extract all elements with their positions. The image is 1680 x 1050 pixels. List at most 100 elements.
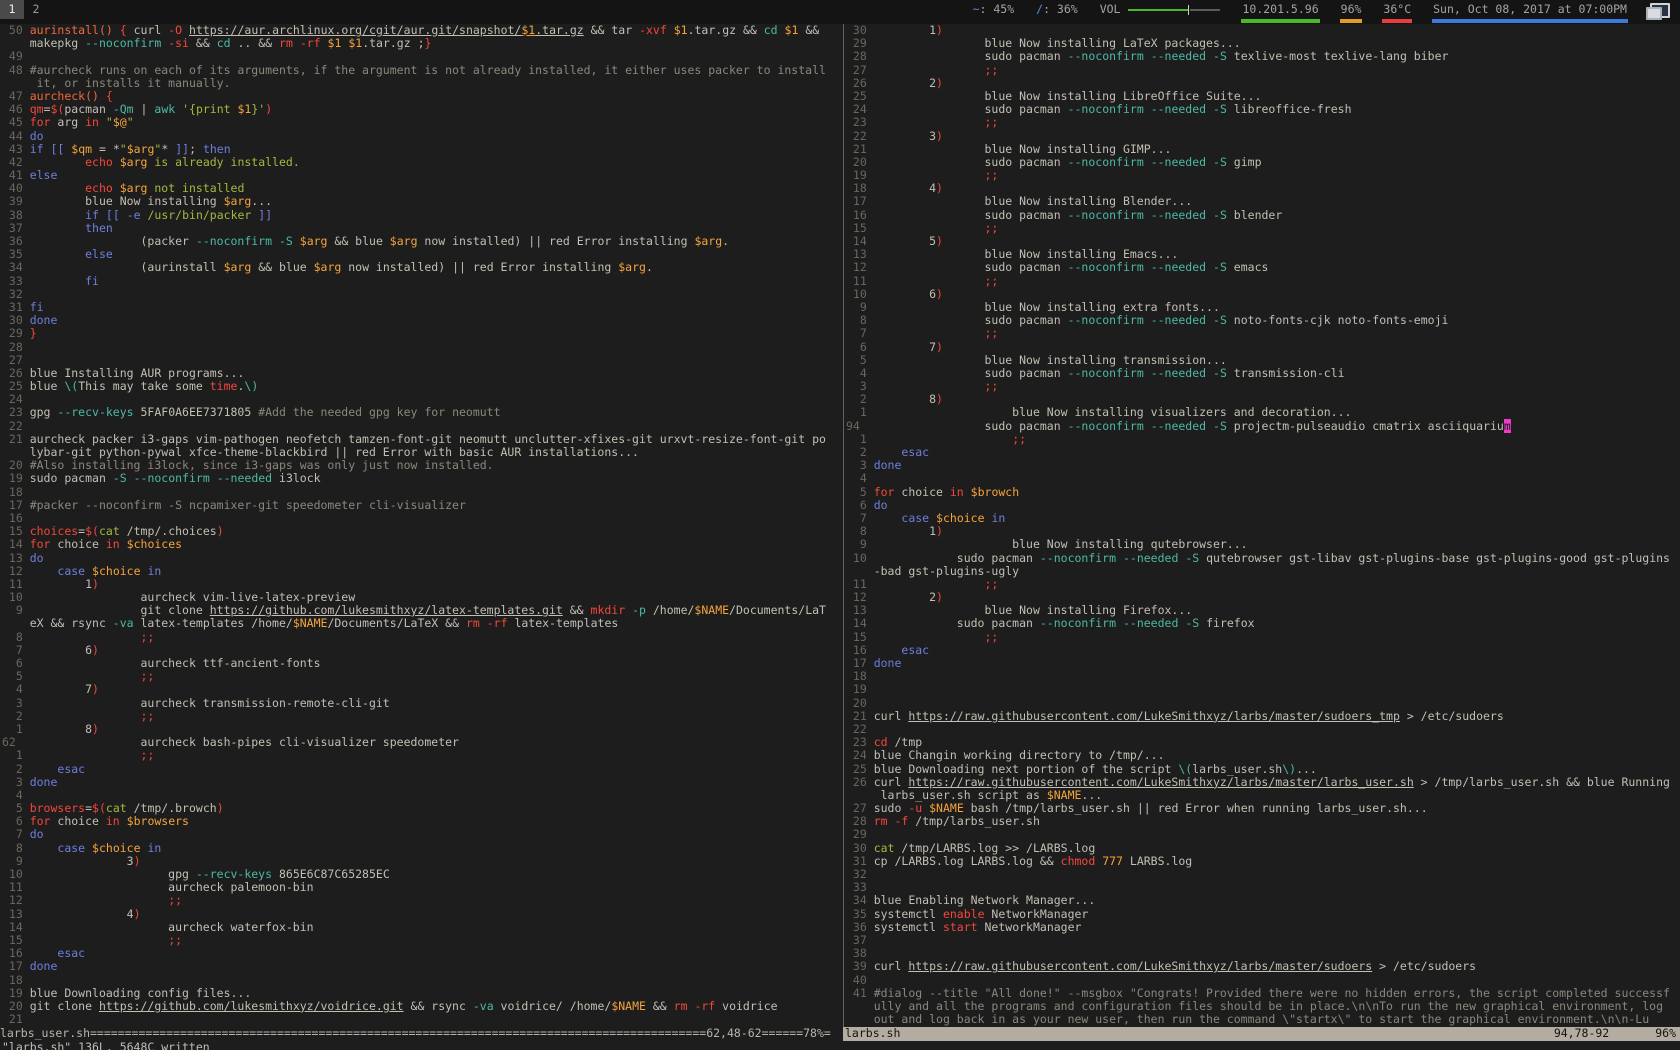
line-number: 6	[846, 340, 874, 354]
code-line-left[interactable]: 6 for choice in $browsers	[2, 815, 843, 828]
code-line-right[interactable]: 19	[846, 683, 1680, 696]
line-number: 23	[846, 735, 874, 749]
line-number: 3	[846, 458, 874, 472]
code-line-left[interactable]: 21	[2, 1013, 843, 1026]
code-line-right[interactable]: out and log back in as your new user, th…	[846, 1013, 1680, 1026]
code-line-left[interactable]: 42 echo $arg is already installed.	[2, 156, 843, 169]
line-number: 26	[846, 775, 874, 789]
vertical-split-divider[interactable]	[843, 24, 844, 1027]
code-line-left[interactable]: 36 (packer --noconfirm -S $arg && blue $…	[2, 235, 843, 248]
line-number: 7	[2, 827, 30, 841]
home-icon: ~	[973, 2, 980, 16]
line-number: 34	[2, 260, 30, 274]
code-line-left[interactable]: 17 done	[2, 960, 843, 973]
code-line-left[interactable]: 3 done	[2, 776, 843, 789]
code-line-right[interactable]: 7 ;;	[846, 327, 1680, 340]
line-number: 20	[846, 696, 874, 710]
line-number: 33	[846, 880, 874, 894]
code-line-left[interactable]: 16 esac	[2, 947, 843, 960]
code-line-right[interactable]: 19 ;;	[846, 169, 1680, 182]
code-line-right[interactable]: 18	[846, 670, 1680, 683]
line-number: 18	[2, 973, 30, 987]
line-number: 8	[2, 630, 30, 644]
line-number: 3	[2, 696, 30, 710]
code-line-right[interactable]: 15 ;;	[846, 631, 1680, 644]
code-line-left[interactable]: 2 ;;	[2, 710, 843, 723]
code-line-right[interactable]: 21 curl https://raw.githubusercontent.co…	[846, 710, 1680, 723]
code-line-left[interactable]: 30 done	[2, 314, 843, 327]
line-number: 19	[2, 986, 30, 1000]
code-line-right[interactable]: 37	[846, 934, 1680, 947]
code-line-right[interactable]: 15 ;;	[846, 222, 1680, 235]
code-line-left[interactable]: it, or installs it manually.	[2, 77, 843, 90]
code-line-right[interactable]: 11 ;;	[846, 578, 1680, 591]
code-line-right[interactable]: 5 for choice in $browch	[846, 486, 1680, 499]
code-line-right[interactable]: 28 rm -f /tmp/larbs_user.sh	[846, 815, 1680, 828]
code-line-right[interactable]: 36 systemctl start NetworkManager	[846, 921, 1680, 934]
code-line-left[interactable]: 32	[2, 288, 843, 301]
code-line-right[interactable]: 39 curl https://raw.githubusercontent.co…	[846, 960, 1680, 973]
code-line-right[interactable]: 1 ;;	[846, 433, 1680, 446]
code-line-left[interactable]: 17 #packer --noconfirm -S ncpamixer-git …	[2, 499, 843, 512]
line-number	[2, 36, 30, 50]
vim-right-pane[interactable]: 30 1) 29 blue Now installing LaTeX packa…	[846, 24, 1680, 1026]
display-icon[interactable]	[1646, 3, 1668, 19]
code-line-left[interactable]: 38 if [[ -e /usr/bin/packer ]]	[2, 209, 843, 222]
code-line-right[interactable]: 2 esac	[846, 446, 1680, 459]
line-number: 36	[2, 234, 30, 248]
code-line-left[interactable]: 31 fi	[2, 301, 843, 314]
line-number: 27	[846, 63, 874, 77]
code-line-right[interactable]: 31 cp /LARBS.log LARBS.log && chmod 777 …	[846, 855, 1680, 868]
line-number: 1	[2, 722, 30, 736]
vim-cursor: m	[1504, 419, 1511, 433]
line-number: 14	[2, 920, 30, 934]
code-line-left[interactable]: 8 ;;	[2, 631, 843, 644]
code-line-right[interactable]: 7 case $choice in	[846, 512, 1680, 525]
code-line-right[interactable]: 23 ;;	[846, 116, 1680, 129]
workspace-tab-2[interactable]: 2	[24, 0, 48, 19]
line-number: 41	[2, 168, 30, 182]
code-line-right[interactable]: 32	[846, 868, 1680, 881]
code-line-left[interactable]: 12 case $choice in	[2, 565, 843, 578]
code-line-left[interactable]: 28	[2, 341, 843, 354]
code-line-left[interactable]: 20 git clone https://github.com/lukesmit…	[2, 1000, 843, 1013]
statusbar-modules: ~: 45% /: 36% VOL 10.201.5.96 96% 36°C S…	[952, 0, 1674, 23]
line-number: 18	[846, 181, 874, 195]
line-number: 23	[846, 115, 874, 129]
line-number: 19	[2, 471, 30, 485]
workspace-tab-1[interactable]: 1	[0, 0, 24, 19]
code-line-left[interactable]: 45 for arg in "$@"	[2, 116, 843, 129]
desktop-screen: 1 2 ~: 45% /: 36% VOL 10.201.5.96 96% 36…	[0, 0, 1680, 1050]
line-number: 14	[2, 537, 30, 551]
line-number: 15	[846, 221, 874, 235]
code-line-left[interactable]: 23 gpg --recv-keys 5FAF0A6EE7371805 #Add…	[2, 406, 843, 419]
code-line-right[interactable]: 22	[846, 723, 1680, 736]
code-line-left[interactable]: 29 }	[2, 327, 843, 340]
code-line-right[interactable]: 16 esac	[846, 644, 1680, 657]
code-line-left[interactable]: makepkg --noconfirm -si && cd .. && rm -…	[2, 37, 843, 50]
battery-level: 96%	[1340, 0, 1363, 23]
code-line-right[interactable]: 11 ;;	[846, 275, 1680, 288]
volume-slider[interactable]	[1128, 5, 1220, 15]
code-line-left[interactable]: 5 ;;	[2, 670, 843, 683]
code-line-left[interactable]: 19 sudo pacman -S --noconfirm --needed i…	[2, 472, 843, 485]
line-number: 20	[2, 458, 30, 472]
code-line-right[interactable]: 3 done	[846, 459, 1680, 472]
line-number: 4	[2, 682, 30, 696]
line-number	[846, 564, 874, 578]
code-line-left[interactable]: 15 ;;	[2, 934, 843, 947]
vim-left-pane[interactable]: 50 aurinstall() { curl -O https://aur.ar…	[2, 24, 843, 1026]
line-number: 11	[2, 880, 30, 894]
code-line-left[interactable]: 2 esac	[2, 763, 843, 776]
code-line-left[interactable]: 14 for choice in $choices	[2, 538, 843, 551]
code-line-left[interactable]: 25 blue \(This may take some time.\)	[2, 380, 843, 393]
line-number: 5	[2, 801, 30, 815]
code-line-right[interactable]: 27 ;;	[846, 64, 1680, 77]
line-number: 9	[846, 537, 874, 551]
line-number: 47	[2, 89, 30, 103]
code-line-right[interactable]: 3 ;;	[846, 380, 1680, 393]
code-line-left[interactable]: 1 ;;	[2, 749, 843, 762]
code-line-right[interactable]: 17 done	[846, 657, 1680, 670]
code-line-left[interactable]: 34 (aurinstall $arg && blue $arg now ins…	[2, 261, 843, 274]
code-line-left[interactable]: 33 fi	[2, 275, 843, 288]
